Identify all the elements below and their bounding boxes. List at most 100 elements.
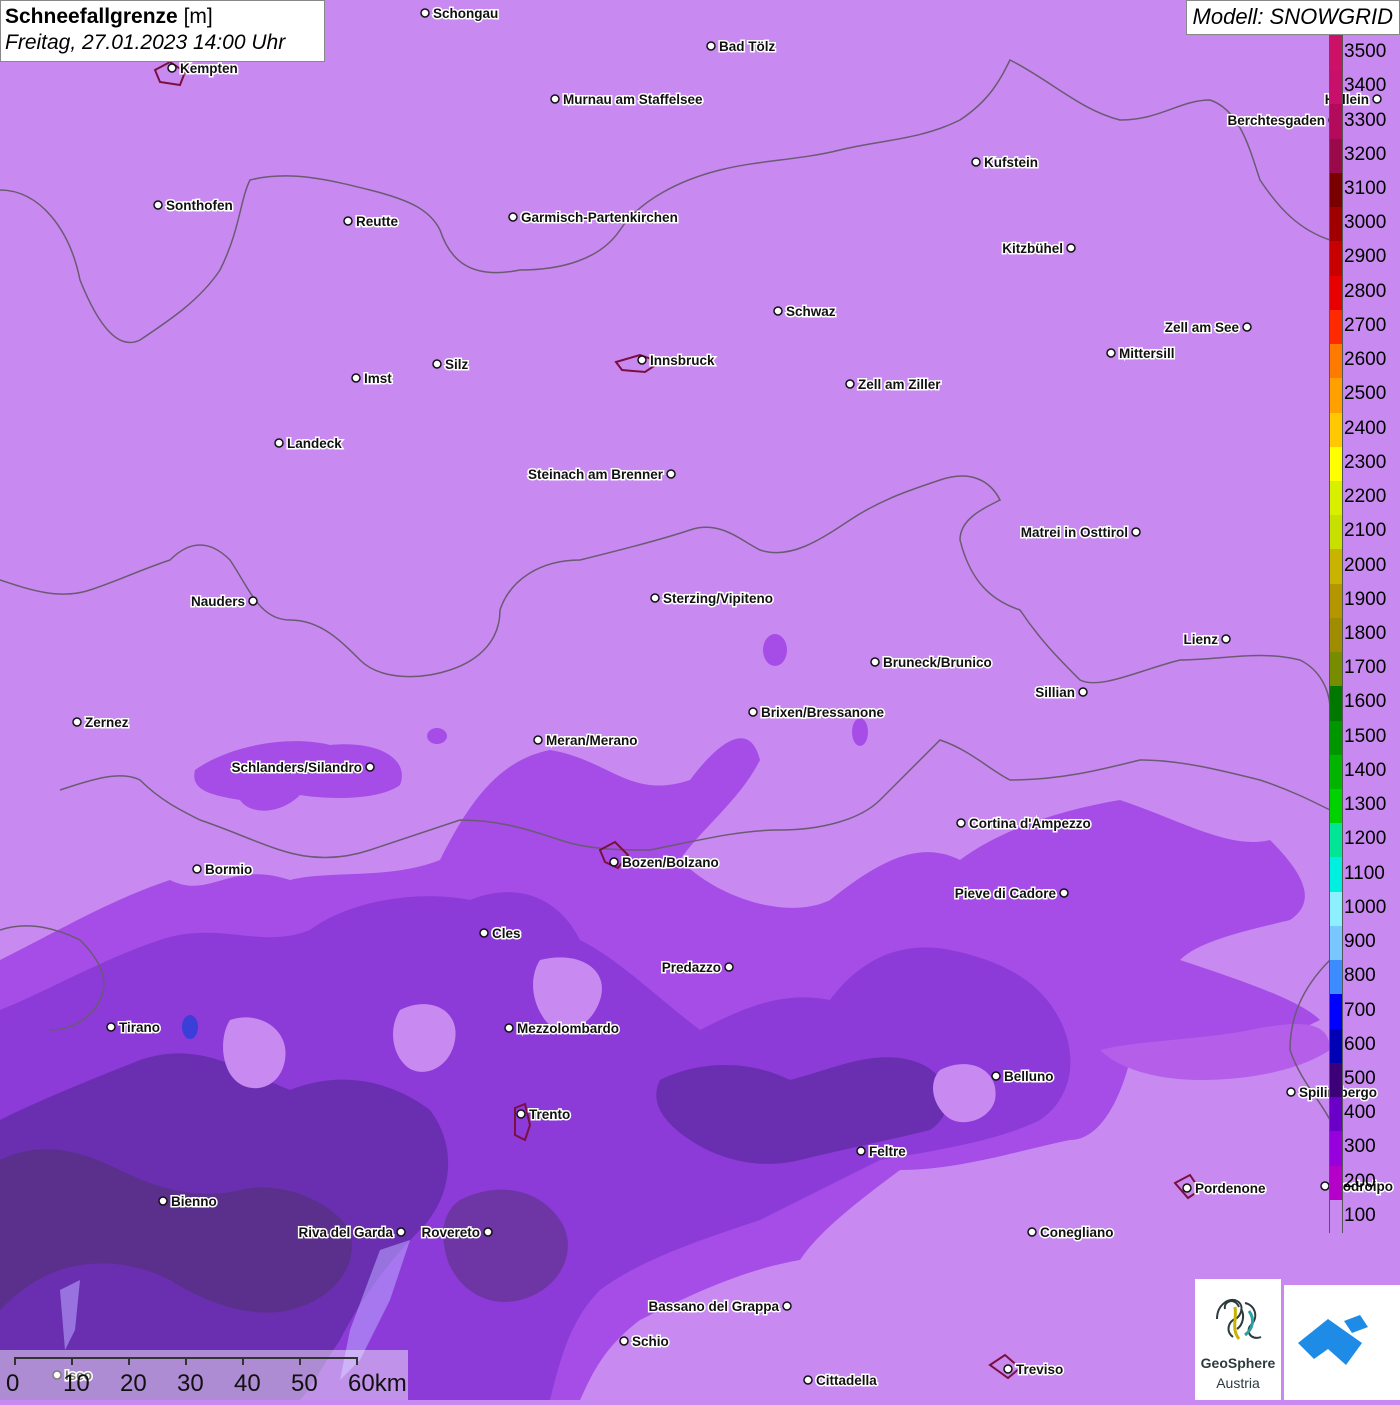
city-marker: Sonthofen [153, 197, 234, 215]
city-label: Landeck [287, 436, 342, 451]
legend-swatch [1330, 925, 1342, 961]
city-label: Bienno [171, 1194, 217, 1209]
legend-label: 2600 [1344, 349, 1387, 371]
city-dot-icon [1131, 527, 1141, 537]
city-dot-icon [619, 1336, 629, 1346]
legend-label: 800 [1344, 965, 1376, 987]
city-marker: Matrei in Osttirol [1019, 524, 1141, 542]
city-dot-icon [609, 857, 619, 867]
geosphere-logo: GeoSphere Austria [1195, 1279, 1281, 1400]
city-label: Steinach am Brenner [528, 467, 664, 482]
legend-label: 400 [1344, 1102, 1376, 1124]
city-dot-icon [158, 1196, 168, 1206]
legend-label: 1200 [1344, 828, 1387, 850]
geosphere-logo-line2: Austria [1216, 1375, 1260, 1391]
legend-label: 1000 [1344, 896, 1387, 918]
city-dot-icon [748, 707, 758, 717]
city-dot-icon [106, 1022, 116, 1032]
city-marker: Berchtesgaden [1226, 112, 1338, 130]
city-label: Feltre [869, 1144, 906, 1159]
legend-label: 500 [1344, 1067, 1376, 1089]
city-label: Kempten [180, 61, 238, 76]
city-dot-icon [971, 157, 981, 167]
legend-label: 300 [1344, 1136, 1376, 1158]
legend-swatch [1330, 754, 1342, 790]
city-dot-icon [1221, 634, 1231, 644]
city-marker: Schongau [420, 5, 500, 23]
city-dot-icon [1066, 243, 1076, 253]
city-marker: Pordenone [1182, 1180, 1267, 1198]
city-label: Kufstein [984, 155, 1038, 170]
legend-label: 1900 [1344, 588, 1387, 610]
scale-label: 10 [63, 1370, 90, 1397]
legend-swatch [1330, 994, 1342, 1030]
city-marker: Steinach am Brenner [526, 466, 676, 484]
geosphere-logo-icon [1216, 1299, 1262, 1340]
scale-tick [185, 1357, 187, 1365]
city-dot-icon [420, 8, 430, 18]
legend-label: 2900 [1344, 246, 1387, 268]
scale-label: 50 [291, 1370, 318, 1397]
city-dot-icon [845, 379, 855, 389]
city-dot-icon [1027, 1227, 1037, 1237]
legend-swatch [1330, 1165, 1342, 1201]
city-label: Schio [632, 1334, 669, 1349]
city-marker: Zell am See [1163, 319, 1252, 337]
city-label: Imst [364, 371, 392, 386]
scale-tick [14, 1357, 16, 1365]
city-label: Schlanders/Silandro [231, 760, 362, 775]
city-label: Sterzing/Vipiteno [663, 591, 773, 606]
legend-swatch [1330, 172, 1342, 208]
scale-tick [356, 1357, 358, 1365]
city-label: Treviso [1016, 1362, 1063, 1377]
city-marker: Schlanders/Silandro [230, 759, 375, 777]
city-label: Reutte [356, 214, 398, 229]
legend-label: 1700 [1344, 657, 1387, 679]
city-label: Predazzo [662, 960, 721, 975]
scale-label: 40 [234, 1370, 261, 1397]
city-dot-icon [782, 1301, 792, 1311]
legend-label: 2300 [1344, 451, 1387, 473]
city-label: Bad Tölz [719, 39, 775, 54]
title-main: Schneefallgrenze [5, 5, 178, 28]
city-marker: Brixen/Bressanone [748, 704, 886, 722]
city-label: Cittadella [816, 1373, 877, 1388]
city-label: Murnau am Staffelsee [563, 92, 703, 107]
city-label: Meran/Merano [546, 733, 638, 748]
city-dot-icon [483, 1227, 493, 1237]
map-date: Freitag, 27.01.2023 14:00 Uhr [5, 31, 286, 54]
city-label: Mezzolombardo [517, 1021, 619, 1036]
legend-swatch [1330, 686, 1342, 722]
city-dot-icon [803, 1375, 813, 1385]
city-dot-icon [1286, 1087, 1296, 1097]
city-marker: Bassano del Grappa [647, 1298, 792, 1316]
city-label: Bozen/Bolzano [622, 855, 719, 870]
city-label: Sillian [1035, 685, 1075, 700]
city-label: Rovereto [421, 1225, 480, 1240]
city-dot-icon [396, 1227, 406, 1237]
scale-tick [71, 1357, 73, 1365]
city-dot-icon [1320, 1181, 1330, 1191]
city-dot-icon [343, 216, 353, 226]
city-marker: Bozen/Bolzano [609, 854, 720, 872]
legend-swatch [1330, 207, 1342, 243]
city-marker: Murnau am Staffelsee [550, 91, 705, 109]
city-dot-icon [432, 359, 442, 369]
legend-label: 1100 [1344, 862, 1385, 884]
city-dot-icon [192, 864, 202, 874]
model-label: Modell: SNOWGRID [1185, 0, 1400, 35]
scale-label: 60km [348, 1370, 407, 1397]
legend-swatch [1330, 412, 1342, 448]
city-label: Bormio [205, 862, 252, 877]
geosphere-logo-line1: GeoSphere [1200, 1355, 1276, 1371]
city-label: Sonthofen [166, 198, 233, 213]
legend-label: 700 [1344, 999, 1376, 1021]
city-label: Silz [445, 357, 469, 372]
legend-label: 2700 [1344, 314, 1387, 336]
city-label: Lienz [1183, 632, 1218, 647]
legend-label: 2400 [1344, 417, 1387, 439]
city-marker: Pieve di Cadore [953, 885, 1069, 903]
scale-label: 0 [6, 1370, 20, 1397]
city-marker: Zell am Ziller [845, 376, 943, 394]
scale-tick [299, 1357, 301, 1365]
